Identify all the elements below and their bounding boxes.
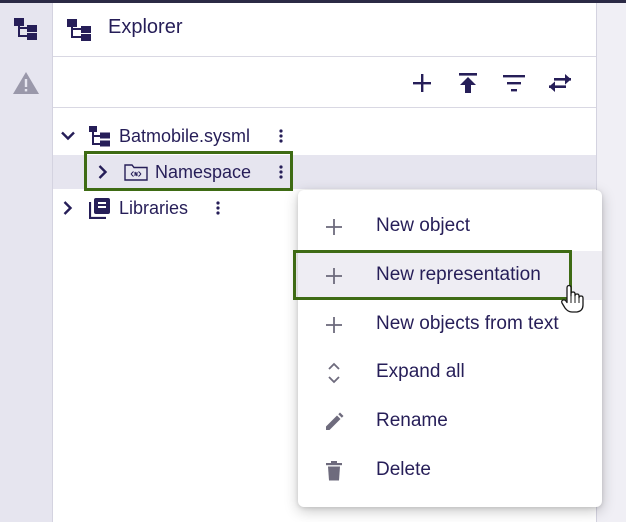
context-menu: New object New representation New object… <box>298 190 602 507</box>
menu-item-label: New representation <box>376 264 541 285</box>
chevron-down-icon[interactable] <box>59 127 77 145</box>
explorer-toolbar <box>53 57 596 108</box>
plus-icon <box>322 313 346 337</box>
menu-item-expand-all[interactable]: Expand all <box>298 348 602 397</box>
menu-item-delete[interactable]: Delete <box>298 446 602 495</box>
explorer-header-icon <box>66 17 94 46</box>
explorer-header: Explorer <box>53 3 596 57</box>
tree-item-batmobile[interactable]: Batmobile.sysml <box>53 119 596 153</box>
menu-item-label: New objects from text <box>376 313 559 334</box>
plus-icon <box>322 264 346 288</box>
tree-item-namespace[interactable]: Namespace <box>53 155 596 189</box>
trash-icon <box>322 459 346 483</box>
model-tree-icon <box>88 125 112 147</box>
menu-item-new-representation[interactable]: New representation <box>298 251 602 300</box>
unfold-icon <box>322 361 346 385</box>
filter-icon[interactable] <box>500 69 528 97</box>
left-activity-bar <box>0 3 52 522</box>
menu-item-new-objects-from-text[interactable]: New objects from text <box>298 300 602 349</box>
menu-item-new-object[interactable]: New object <box>298 202 602 251</box>
hand-pointer-cursor-icon <box>560 284 586 314</box>
pencil-icon <box>322 410 346 434</box>
more-options-icon[interactable] <box>274 163 288 181</box>
menu-item-rename[interactable]: Rename <box>298 397 602 446</box>
warning-icon[interactable] <box>10 67 42 99</box>
synchronize-icon[interactable] <box>546 69 574 97</box>
menu-item-label: New object <box>376 215 470 236</box>
tree-item-label: Batmobile.sysml <box>119 126 251 146</box>
more-options-icon[interactable] <box>211 199 225 217</box>
menu-item-label: Expand all <box>376 361 465 382</box>
plus-icon <box>322 215 346 239</box>
chevron-right-icon[interactable] <box>59 199 77 217</box>
library-icon <box>88 197 112 219</box>
namespace-folder-icon <box>124 161 148 183</box>
chevron-right-icon[interactable] <box>94 163 112 181</box>
upload-icon[interactable] <box>454 69 482 97</box>
menu-item-label: Rename <box>376 410 448 431</box>
menu-item-label: Delete <box>376 459 431 480</box>
new-model-icon[interactable] <box>408 69 436 97</box>
explorer-title: Explorer <box>108 16 183 38</box>
explorer-tree-icon[interactable] <box>10 12 42 44</box>
more-options-icon[interactable] <box>274 127 288 145</box>
tree-item-label: Libraries <box>119 198 189 218</box>
tree-item-label: Namespace <box>155 162 252 182</box>
